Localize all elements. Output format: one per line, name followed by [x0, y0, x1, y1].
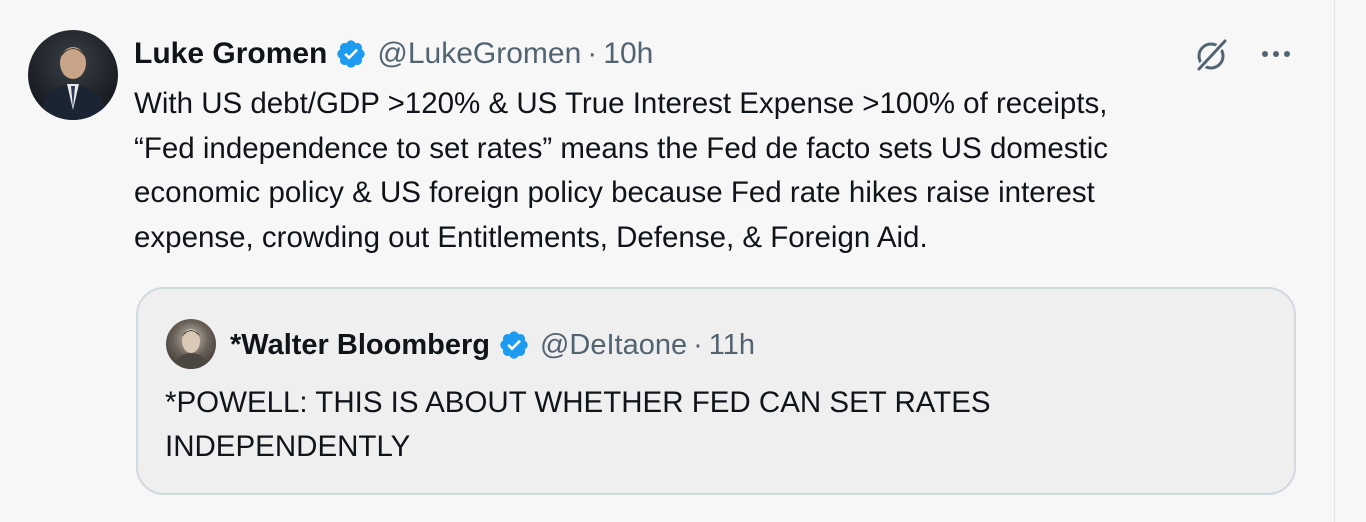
tweet-text: With US debt/GDP >120% & US True Interes… [134, 87, 1109, 254]
quoted-tweet[interactable]: *Walter Bloomberg @DeItaone · 11h *POWEL… [136, 287, 1296, 495]
more-dots-icon[interactable] [1252, 34, 1300, 74]
quoted-header-separator: · [693, 328, 703, 361]
column-divider [1334, 0, 1335, 522]
quoted-author-name[interactable]: *Walter Bloomberg [230, 329, 490, 362]
quoted-tweet-timestamp[interactable]: 11h [709, 329, 755, 362]
verified-badge-icon [498, 329, 530, 361]
header-separator: · [587, 37, 598, 70]
author-avatar[interactable] [28, 30, 118, 120]
grok-icon[interactable] [1192, 34, 1232, 74]
quoted-author-handle[interactable]: @DeItaone [540, 329, 687, 362]
tweet[interactable]: Luke Gromen @LukeGromen · 10h With US de… [0, 0, 1334, 522]
tweet-timestamp[interactable]: 10h [603, 37, 653, 71]
author-name[interactable]: Luke Gromen [134, 37, 327, 71]
quoted-tweet-text: *POWELL: THIS IS ABOUT WHETHER FED CAN S… [165, 386, 991, 463]
author-handle[interactable]: @LukeGromen [377, 37, 581, 71]
verified-badge-icon [335, 38, 367, 70]
quoted-author-avatar[interactable] [166, 319, 216, 369]
quoted-tweet-header: *Walter Bloomberg @DeItaone · 11h [230, 323, 755, 367]
tweet-header: Luke Gromen @LukeGromen · 10h [134, 32, 653, 76]
